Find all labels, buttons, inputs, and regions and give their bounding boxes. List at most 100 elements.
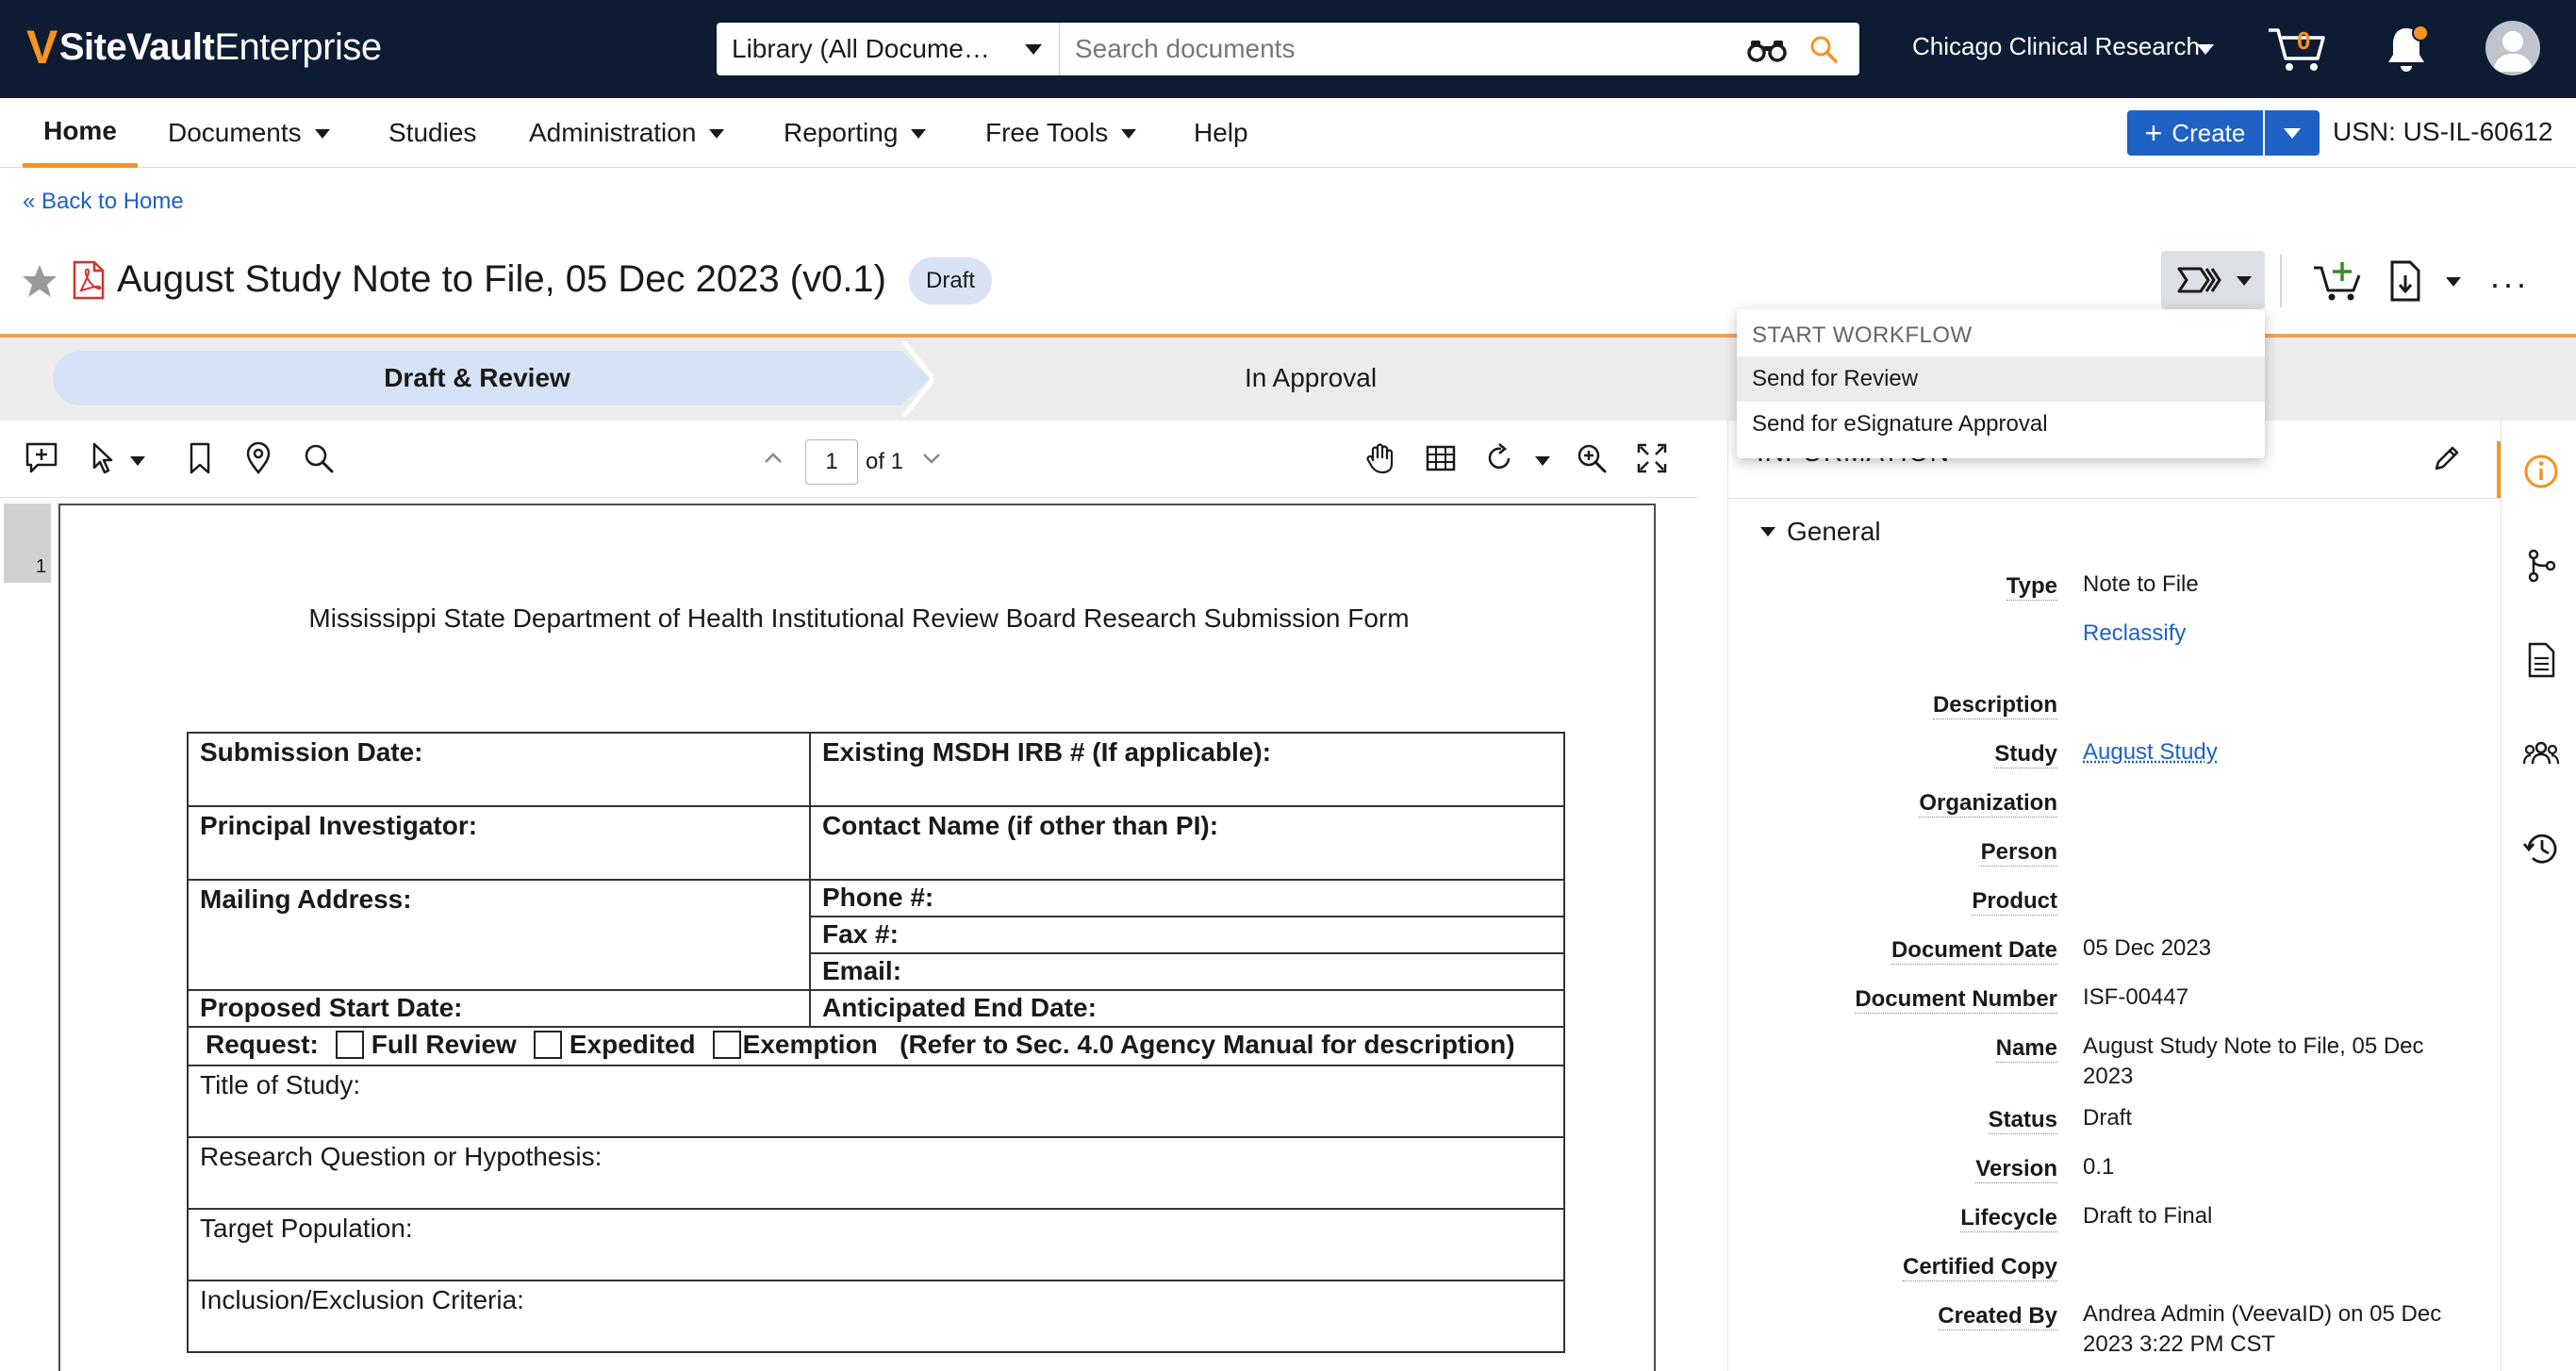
nav-home-label: Home [43, 115, 117, 145]
workflow-icon [2177, 267, 2221, 293]
field-label-product: Product [1972, 888, 2057, 916]
full-review-label: Full Review [371, 1030, 517, 1059]
chevron-down-icon [2237, 276, 2252, 286]
rotate-icon[interactable] [1482, 441, 1516, 475]
search-icon[interactable] [302, 441, 336, 475]
binoculars-icon[interactable] [1746, 38, 1788, 62]
add-annotation-icon[interactable] [25, 441, 58, 475]
document-icon[interactable] [2522, 641, 2560, 679]
people-icon[interactable] [2522, 735, 2560, 773]
toolbar-divider [2280, 255, 2282, 307]
form-cell: Phone #: [809, 879, 1565, 917]
back-to-home-link[interactable]: « Back to Home [23, 189, 184, 215]
search-input[interactable] [1060, 23, 1859, 75]
chevron-down-icon[interactable] [1535, 456, 1550, 466]
chevron-down-icon [911, 129, 927, 139]
exemption-label: Exemption [742, 1030, 878, 1059]
chevron-down-icon[interactable] [2446, 277, 2461, 287]
field-value-name: August Study Note to File, 05 Dec 2023 [2083, 1033, 2424, 1089]
fullscreen-icon[interactable] [1635, 441, 1669, 475]
field-value-document-date: 05 Dec 2023 [2083, 935, 2212, 961]
general-section-toggle[interactable]: General [1760, 517, 1881, 547]
search-scope-select[interactable]: Library (All Docume… [717, 23, 1060, 75]
user-avatar[interactable] [2485, 21, 2540, 75]
edit-pencil-icon[interactable] [2432, 443, 2462, 473]
create-button[interactable]: + Create [2127, 110, 2263, 156]
request-label: Request: [206, 1030, 319, 1059]
field-value-type: Note to File [2083, 571, 2199, 597]
reclassify-link[interactable]: Reclassify [2083, 619, 2460, 649]
location-pin-icon[interactable] [241, 441, 275, 475]
search-scope-label: Library (All Docume… [732, 34, 990, 63]
form-cell: Title of Study: [187, 1064, 1565, 1138]
nav-documents[interactable]: Documents [168, 98, 330, 168]
form-cell: Inclusion/Exclusion Criteria: [187, 1279, 1565, 1353]
field-label-lifecycle: Lifecycle [1960, 1205, 2057, 1232]
form-cell: Research Question or Hypothesis: [187, 1135, 1565, 1210]
form-cell: Anticipated End Date: [809, 989, 1565, 1028]
form-cell: Mailing Address: [187, 879, 811, 991]
field-label-organization: Organization [1919, 790, 2057, 818]
field-value-study-link[interactable]: August Study [2083, 737, 2460, 768]
bookmark-icon[interactable] [183, 441, 217, 475]
main-nav: Home Documents Studies Administration Re… [0, 98, 2576, 168]
info-icon[interactable] [2522, 453, 2560, 490]
divider [1728, 498, 2502, 499]
chevron-down-icon[interactable] [916, 441, 947, 475]
field-label-person: Person [1980, 839, 2057, 867]
thumbnail-page-number: 1 [36, 556, 47, 577]
form-title: Mississippi State Department of Health I… [308, 603, 1410, 633]
form-table: Submission Date: Existing MSDH IRB # (If… [187, 732, 1565, 1353]
chevron-down-icon [314, 129, 330, 139]
export-file-icon[interactable] [2389, 260, 2421, 302]
field-label-certified-copy: Certified Copy [1902, 1254, 2057, 1281]
chevron-up-icon[interactable] [758, 441, 788, 475]
app-logo[interactable]: V SiteVault Enterprise [26, 19, 382, 75]
chevron-down-icon [1760, 527, 1775, 537]
information-panel: INFORMATION General Type Note to File Re… [1727, 421, 2502, 1371]
search-bar: Library (All Docume… [717, 23, 1859, 75]
chevron-down-icon[interactable] [2197, 44, 2214, 55]
create-dropdown-button[interactable] [2265, 110, 2320, 156]
field-label-study: Study [1994, 741, 2057, 768]
star-icon[interactable] [21, 262, 58, 300]
pointer-select-icon[interactable] [87, 441, 121, 475]
search-icon[interactable] [1808, 34, 1839, 64]
send-for-esignature-item[interactable]: Send for eSignature Approval [1737, 402, 2265, 447]
nav-help[interactable]: Help [1194, 98, 1248, 168]
history-icon[interactable] [2522, 830, 2560, 867]
vault-selector[interactable]: Chicago Clinical Research [1912, 32, 2200, 61]
nav-documents-label: Documents [168, 118, 302, 147]
hand-pan-icon[interactable] [1363, 441, 1397, 475]
form-cell: Contact Name (if other than PI): [809, 805, 1565, 881]
expedited-label: Expedited [569, 1030, 696, 1059]
nav-studies-label: Studies [388, 118, 477, 147]
document-viewer[interactable]: 1 Mississippi State Department of Health… [0, 498, 1697, 1371]
zoom-in-icon[interactable] [1575, 441, 1609, 475]
page-number-input[interactable] [805, 439, 858, 485]
field-value-lifecycle: Draft to Final [2083, 1203, 2213, 1229]
nav-reporting[interactable]: Reporting [784, 98, 927, 168]
send-for-review-item[interactable]: Send for Review [1737, 356, 2265, 402]
nav-studies[interactable]: Studies [388, 98, 476, 168]
page-title: August Study Note to File, 05 Dec 2023 (… [117, 258, 886, 300]
add-to-cart-icon[interactable] [2312, 258, 2363, 302]
chevron-down-icon[interactable] [130, 456, 145, 466]
field-label-document-date: Document Date [1891, 937, 2057, 965]
grid-view-icon[interactable] [1424, 441, 1458, 475]
stage-separator [901, 341, 933, 417]
create-label: Create [2171, 118, 2246, 147]
form-request-row: Request: Full Review Expedited Exemption (R… [187, 1026, 1565, 1066]
workflow-button[interactable] [2161, 251, 2265, 309]
logo-suffix: Enterprise [214, 25, 382, 68]
chevron-down-icon [709, 129, 725, 139]
nav-home[interactable]: Home [23, 98, 138, 168]
nav-free-tools[interactable]: Free Tools [985, 98, 1137, 168]
nav-free-tools-label: Free Tools [985, 118, 1109, 147]
relationships-icon[interactable] [2522, 547, 2560, 585]
more-actions-button[interactable]: ··· [2489, 264, 2529, 304]
field-label-created-by: Created By [1938, 1303, 2057, 1330]
pdf-file-icon [73, 260, 105, 300]
nav-administration[interactable]: Administration [529, 98, 725, 168]
field-label-type: Type [2006, 573, 2057, 601]
